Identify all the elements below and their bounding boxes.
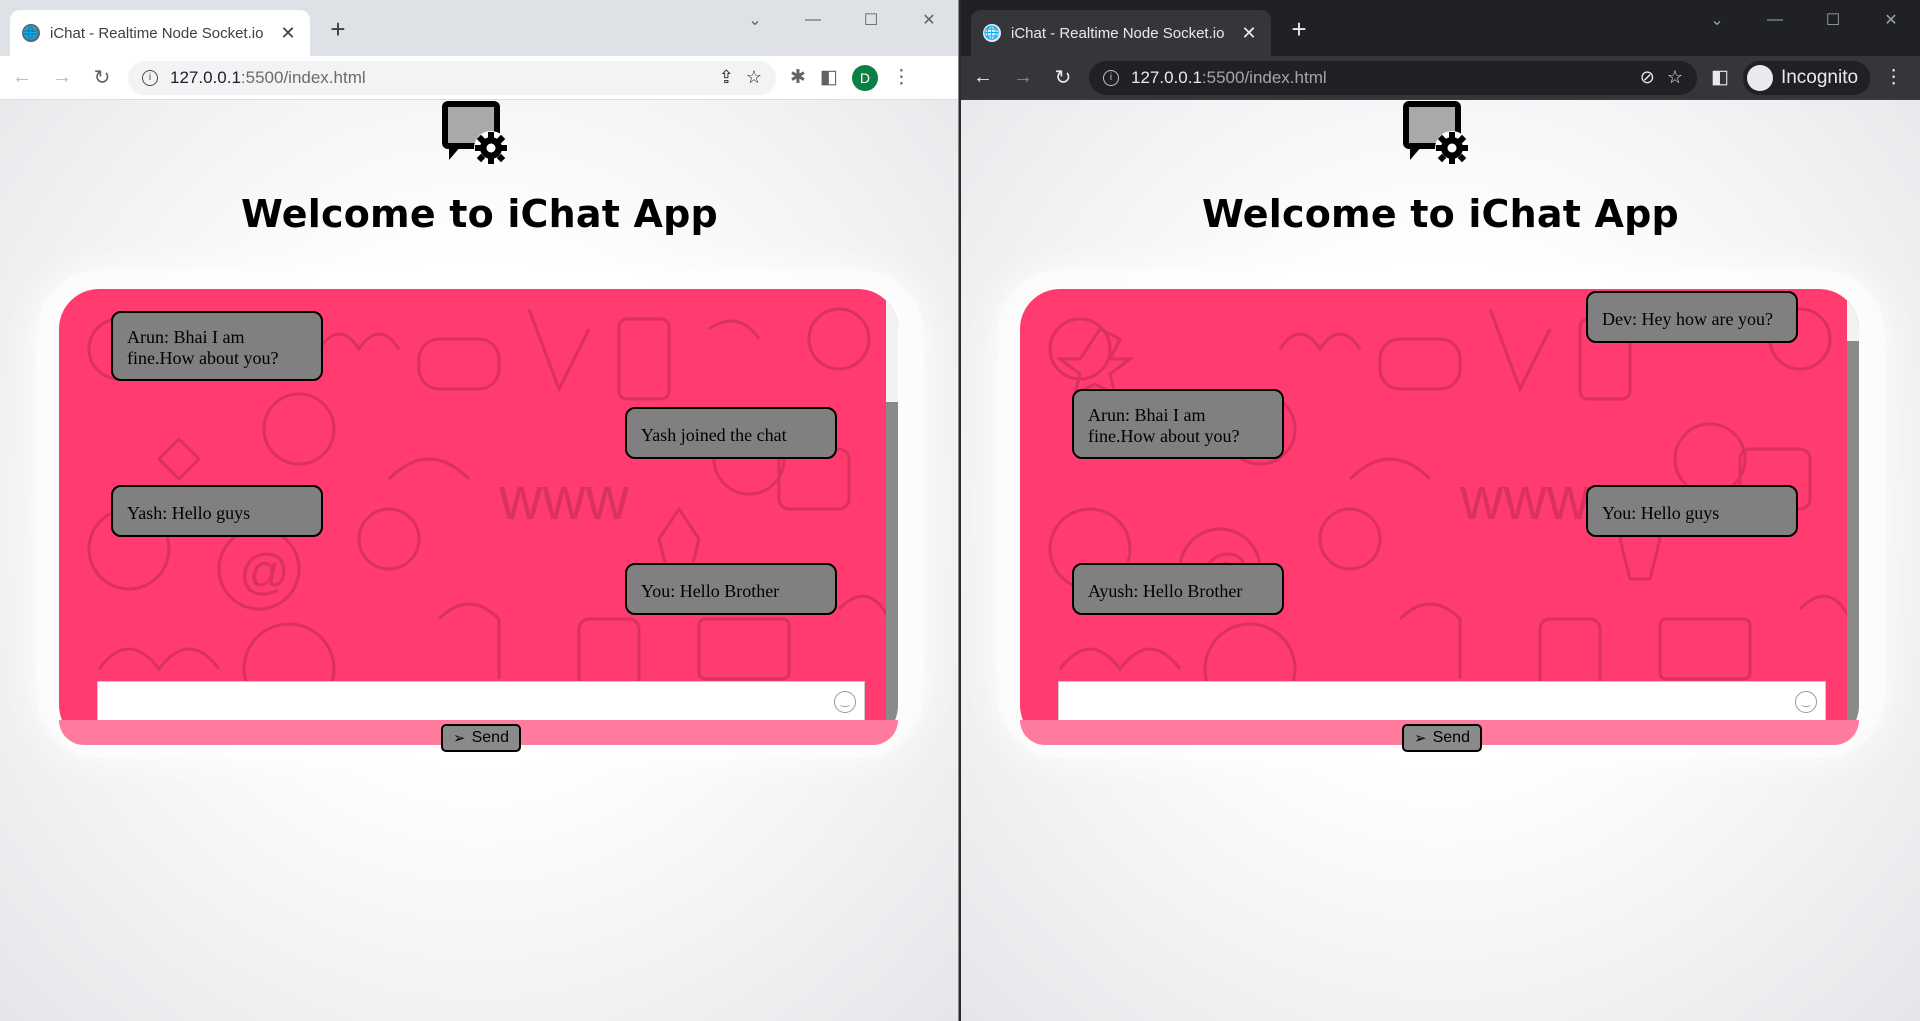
- close-window-button[interactable]: ✕: [1862, 4, 1920, 36]
- eye-off-icon[interactable]: ⊘: [1640, 67, 1655, 88]
- message-bubble: Yash: Hello guys: [111, 485, 323, 537]
- page-title: Welcome to iChat App: [1202, 192, 1679, 236]
- message-input[interactable]: ‿: [97, 681, 865, 723]
- toolbar-icons: ◧ ◔◔ Incognito ⋮: [1711, 60, 1903, 95]
- maximize-button[interactable]: ☐: [1804, 4, 1862, 36]
- side-panel-icon[interactable]: ◧: [1711, 66, 1729, 89]
- forward-button[interactable]: →: [1005, 60, 1041, 96]
- message-bubble: You: Hello guys: [1586, 485, 1798, 537]
- url-path: :5500/index.html: [1201, 67, 1327, 87]
- message-bubble: Arun: Bhai I am fine.How about you?: [111, 311, 323, 381]
- tab-title: iChat - Realtime Node Socket.io: [1011, 24, 1225, 42]
- url-text: 127.0.0.1:5500/index.html: [1131, 68, 1628, 88]
- incognito-label: Incognito: [1780, 66, 1859, 88]
- tab-search-icon[interactable]: ⌄: [1688, 4, 1746, 36]
- maximize-button[interactable]: ☐: [842, 4, 900, 36]
- smiley-icon[interactable]: ‿: [834, 691, 856, 713]
- tab-strip: 🌐 iChat - Realtime Node Socket.io ✕ + ⌄ …: [0, 0, 958, 56]
- url-path: :5500/index.html: [240, 67, 366, 87]
- bookmark-star-icon[interactable]: ☆: [746, 67, 762, 88]
- share-icon[interactable]: ⇪: [719, 67, 734, 88]
- message-bubble: You: Hello Brother: [625, 563, 837, 615]
- reload-button[interactable]: ↻: [1045, 60, 1081, 96]
- back-button[interactable]: ←: [965, 60, 1001, 96]
- screen: 🌐 iChat - Realtime Node Socket.io ✕ + ⌄ …: [0, 0, 1920, 1021]
- url-host: 127.0.0.1: [170, 67, 241, 87]
- incognito-badge[interactable]: ◔◔ Incognito: [1742, 60, 1871, 95]
- svg-text:www: www: [498, 465, 630, 532]
- paper-plane-icon: ➢: [453, 730, 466, 747]
- browser-toolbar: ← → ↻ i 127.0.0.1:5500/index.html ⊘ ☆ ◧ …: [961, 56, 1920, 100]
- menu-kebab-icon[interactable]: ⋮: [1884, 66, 1903, 89]
- send-button[interactable]: ➢ Send: [1402, 724, 1482, 752]
- send-label: Send: [471, 729, 509, 746]
- chat-container[interactable]: www @ Arun: Bhai I am fine.How about you…: [59, 289, 898, 745]
- paper-plane-icon: ➢: [1414, 730, 1427, 747]
- browser-window-normal: 🌐 iChat - Realtime Node Socket.io ✕ + ⌄ …: [0, 0, 959, 1021]
- scrollbar-thumb[interactable]: [1847, 341, 1859, 745]
- menu-kebab-icon[interactable]: ⋮: [892, 66, 911, 89]
- side-panel-icon[interactable]: ◧: [820, 66, 838, 89]
- new-tab-button[interactable]: +: [322, 14, 354, 46]
- chat-page: Welcome to iChat App www @: [961, 100, 1920, 1021]
- profile-avatar[interactable]: D: [851, 64, 878, 91]
- message-bubble: Arun: Bhai I am fine.How about you?: [1072, 389, 1284, 459]
- bookmark-star-icon[interactable]: ☆: [1667, 67, 1683, 88]
- smiley-icon[interactable]: ‿: [1795, 691, 1817, 713]
- back-button[interactable]: ←: [4, 60, 40, 96]
- close-tab-icon[interactable]: ✕: [1239, 23, 1259, 44]
- toolbar-icons: ✱ ◧ D ⋮: [790, 64, 911, 91]
- close-window-button[interactable]: ✕: [900, 4, 958, 36]
- message-bubble: Ayush: Hello Brother: [1072, 563, 1284, 615]
- close-tab-icon[interactable]: ✕: [278, 23, 298, 44]
- minimize-button[interactable]: —: [1746, 4, 1804, 36]
- browser-toolbar: ← → ↻ i 127.0.0.1:5500/index.html ⇪ ☆ ✱ …: [0, 56, 958, 100]
- window-controls: ⌄ — ☐ ✕: [1688, 4, 1920, 36]
- chat-settings-icon: [1403, 101, 1469, 165]
- reload-button[interactable]: ↻: [84, 60, 120, 96]
- send-label: Send: [1432, 729, 1470, 746]
- globe-icon: 🌐: [983, 24, 1001, 42]
- scrollbar-thumb[interactable]: [886, 402, 898, 745]
- chat-page: Welcome to iChat App www @: [0, 100, 958, 1021]
- address-bar[interactable]: i 127.0.0.1:5500/index.html ⇪ ☆: [128, 60, 776, 95]
- message-bubble: Yash joined the chat: [625, 407, 837, 459]
- browser-window-incognito: 🌐 iChat - Realtime Node Socket.io ✕ + ⌄ …: [961, 0, 1920, 1021]
- window-controls: ⌄ — ☐ ✕: [726, 4, 958, 36]
- info-icon[interactable]: i: [142, 69, 158, 86]
- globe-icon: 🌐: [22, 24, 40, 42]
- url-text: 127.0.0.1:5500/index.html: [170, 68, 707, 88]
- chat-container[interactable]: www @ Dev: Hey how are you? Arun: Bhai I…: [1020, 289, 1859, 745]
- address-bar[interactable]: i 127.0.0.1:5500/index.html ⊘ ☆: [1089, 60, 1697, 95]
- chat-settings-icon: [442, 101, 508, 165]
- extensions-icon[interactable]: ✱: [790, 66, 806, 89]
- send-button[interactable]: ➢ Send: [441, 724, 521, 752]
- svg-text:www: www: [1459, 465, 1591, 532]
- tab-search-icon[interactable]: ⌄: [726, 4, 784, 36]
- minimize-button[interactable]: —: [784, 4, 842, 36]
- url-host: 127.0.0.1: [1131, 67, 1202, 87]
- page-title: Welcome to iChat App: [241, 192, 718, 236]
- message-bubble: Dev: Hey how are you?: [1586, 291, 1798, 343]
- forward-button[interactable]: →: [44, 60, 80, 96]
- incognito-icon: ◔◔: [1746, 64, 1773, 91]
- svg-text:@: @: [239, 544, 290, 600]
- new-tab-button[interactable]: +: [1283, 14, 1315, 46]
- tab-strip: 🌐 iChat - Realtime Node Socket.io ✕ + ⌄ …: [961, 0, 1920, 56]
- browser-tab[interactable]: 🌐 iChat - Realtime Node Socket.io ✕: [971, 10, 1271, 56]
- message-input[interactable]: ‿: [1058, 681, 1826, 723]
- browser-tab[interactable]: 🌐 iChat - Realtime Node Socket.io ✕: [10, 10, 310, 56]
- info-icon[interactable]: i: [1103, 69, 1119, 86]
- tab-title: iChat - Realtime Node Socket.io: [50, 24, 264, 42]
